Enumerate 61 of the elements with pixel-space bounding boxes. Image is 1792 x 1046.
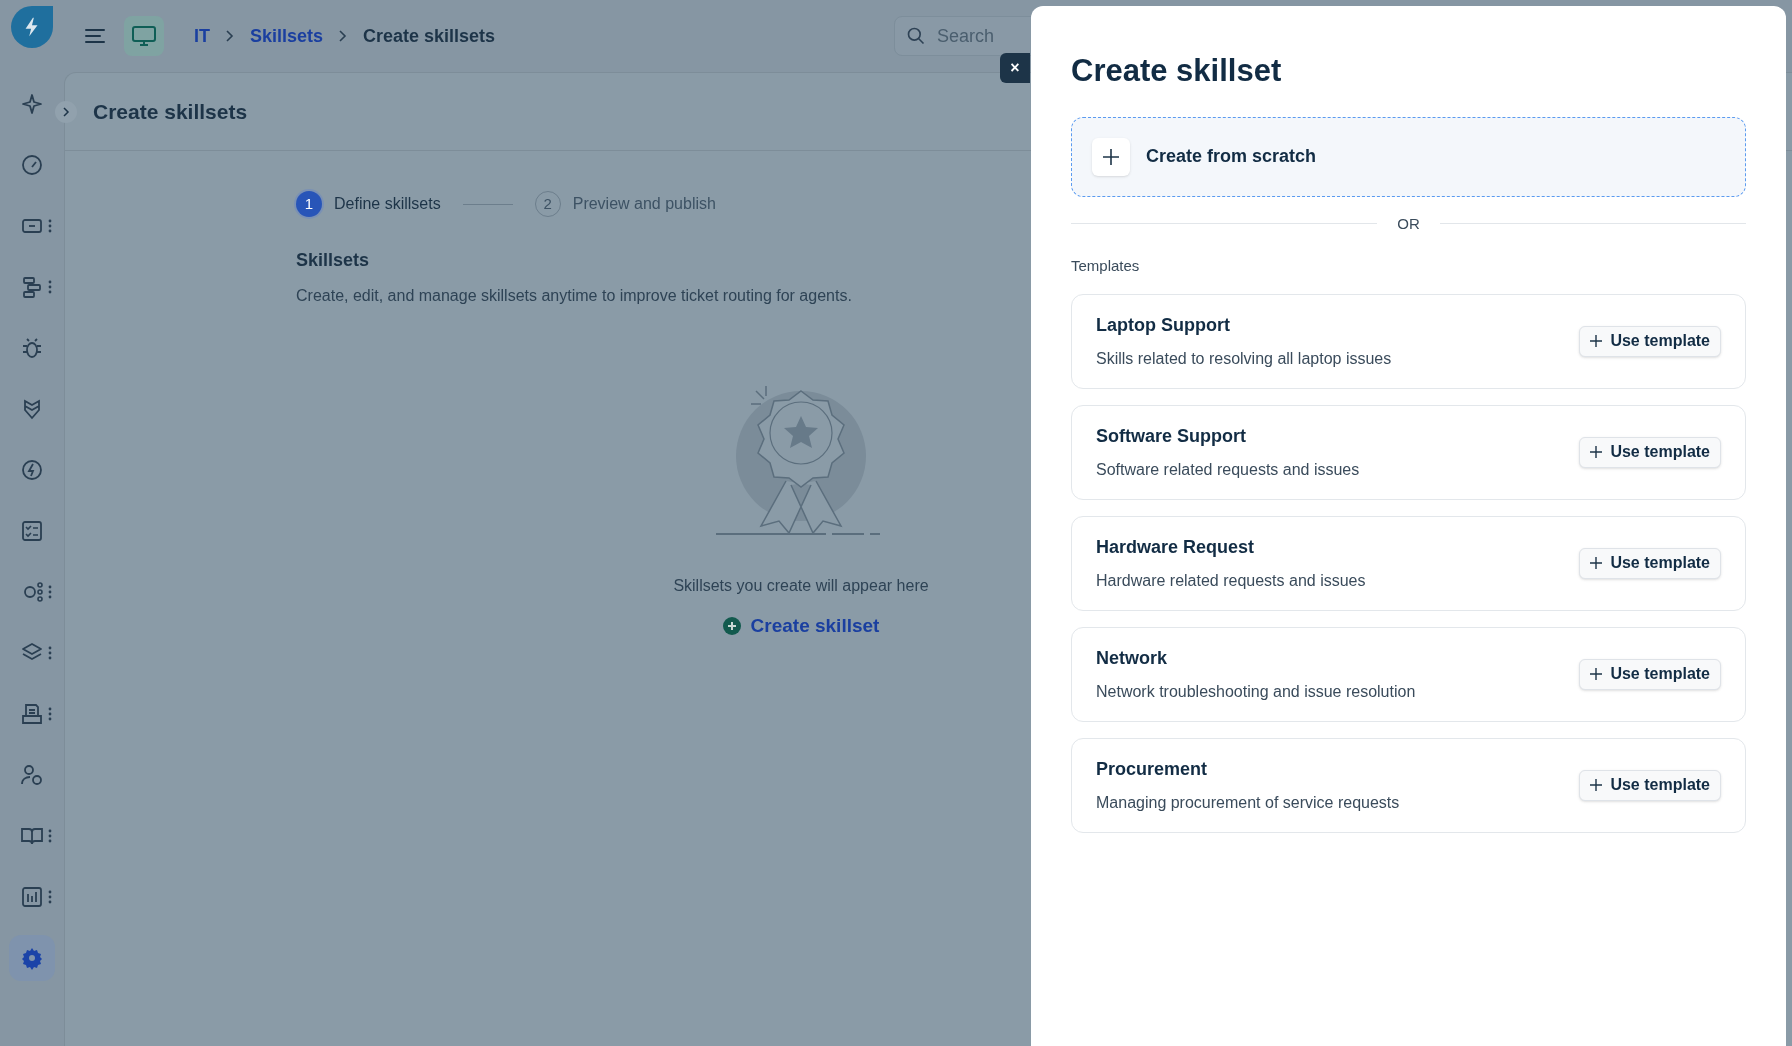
step-number: 1 <box>296 191 322 217</box>
step-label: Define skillsets <box>334 194 441 214</box>
workspace-button[interactable] <box>124 16 164 56</box>
use-template-button[interactable]: Use template <box>1579 658 1721 690</box>
more-icon[interactable] <box>48 219 52 233</box>
checklist-icon <box>20 519 44 543</box>
hierarchy-icon <box>20 275 44 299</box>
section-description: Create, edit, and manage skillsets anytime to improve ticket routing for agents. <box>296 286 852 306</box>
user-clock-icon <box>20 763 44 787</box>
menu-icon[interactable] <box>84 27 106 45</box>
breadcrumb-current: Create skillsets <box>363 24 496 48</box>
template-description: Hardware related requests and issues <box>1096 570 1366 591</box>
plus-icon <box>1590 779 1603 791</box>
use-template-button[interactable]: Use template <box>1579 769 1721 801</box>
drawer-title: Create skillset <box>1071 52 1283 90</box>
plus-icon <box>1590 446 1603 458</box>
section-title: Skillsets <box>296 249 370 272</box>
monitor-icon <box>131 25 157 47</box>
chart-icon <box>20 885 44 909</box>
create-from-scratch-button[interactable]: Create from scratch <box>1071 116 1746 197</box>
plus-icon <box>1590 557 1603 569</box>
page-title: Create skillsets <box>93 98 248 125</box>
template-description: Software related requests and issues <box>1096 459 1360 480</box>
chevron-right-icon <box>226 30 234 42</box>
more-icon[interactable] <box>48 707 52 721</box>
template-title: Laptop Support <box>1096 313 1231 337</box>
or-divider-label: OR <box>1397 213 1420 234</box>
template-description: Network troubleshooting and issue resolution <box>1096 681 1416 702</box>
bolt-icon <box>20 458 44 482</box>
more-icon[interactable] <box>48 829 52 843</box>
template-title: Network <box>1096 646 1168 670</box>
sparkle-icon <box>20 92 44 116</box>
template-title: Procurement <box>1096 757 1209 781</box>
plus-icon <box>1092 137 1130 176</box>
plus-icon <box>1590 668 1603 680</box>
template-description: Managing procurement of service requests <box>1096 792 1400 813</box>
use-template-button[interactable]: Use template <box>1579 325 1721 357</box>
step-label: Preview and publish <box>572 194 716 214</box>
chevron-right-icon <box>339 30 348 42</box>
template-title: Hardware Request <box>1096 535 1256 559</box>
settings-icon <box>20 946 44 970</box>
more-icon[interactable] <box>48 890 52 904</box>
template-title: Software Support <box>1096 424 1247 448</box>
gauge-icon <box>20 153 44 177</box>
use-template-button[interactable]: Use template <box>1579 547 1721 579</box>
templates-label: Templates <box>1071 256 1141 276</box>
template-description: Skills related to resolving all laptop issues <box>1096 348 1392 369</box>
bug-icon <box>20 336 44 360</box>
close-button[interactable]: × <box>1000 53 1030 83</box>
more-icon[interactable] <box>48 280 52 294</box>
more-icon[interactable] <box>48 646 52 660</box>
expand-button[interactable] <box>55 100 77 123</box>
more-icon[interactable] <box>48 585 52 599</box>
use-template-button[interactable]: Use template <box>1579 436 1721 468</box>
plus-icon <box>1590 335 1603 347</box>
chevron-right-icon <box>61 106 71 117</box>
logo-icon[interactable] <box>11 6 53 48</box>
empty-state-message: Skillsets you create will appear here <box>673 576 929 596</box>
settings-button[interactable] <box>9 935 55 981</box>
plus-circle-icon <box>722 617 741 636</box>
inbox-icon <box>20 702 44 726</box>
